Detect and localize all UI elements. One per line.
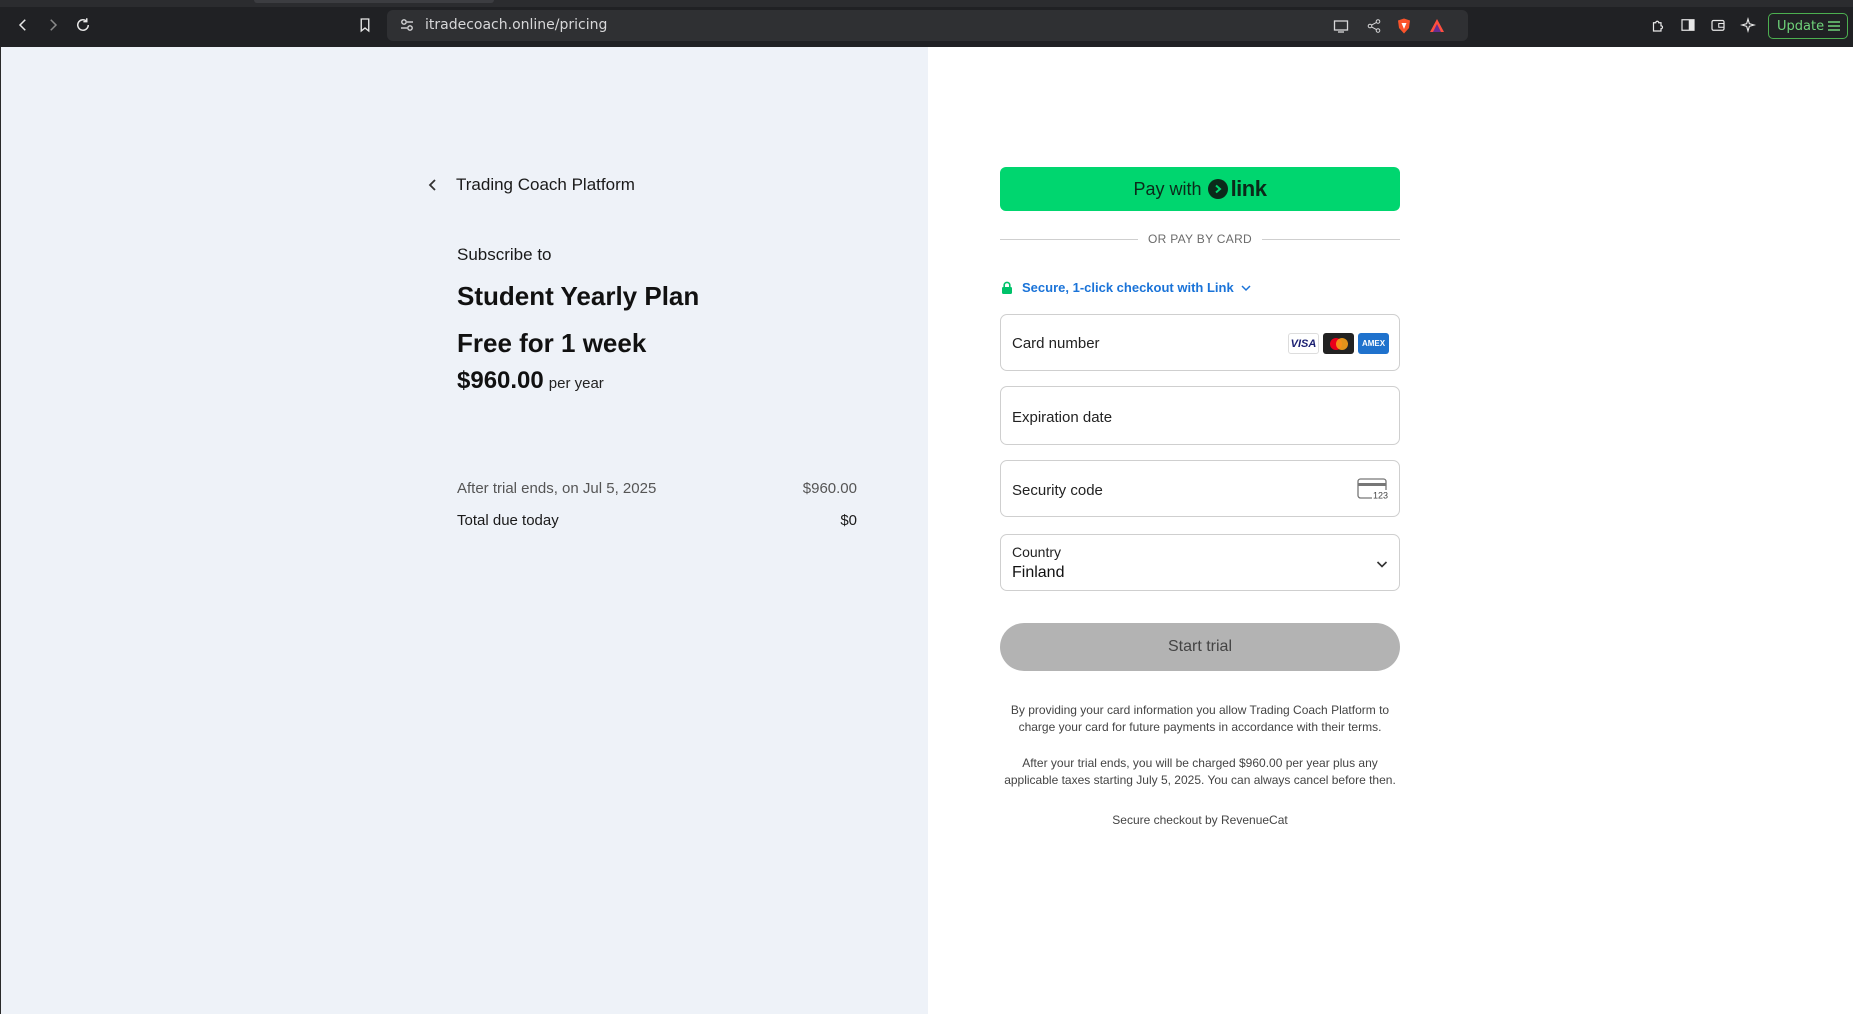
site-settings-icon[interactable] (399, 17, 415, 33)
browser-toolbar: itradecoach.online/pricing Update (0, 0, 1853, 47)
payment-pane: Pay with link OR PAY BY CARD Secure, 1-c… (928, 47, 1853, 1014)
divider-text: OR PAY BY CARD (1148, 232, 1253, 246)
price-amount: $960.00 (457, 367, 544, 394)
back-to-merchant-link[interactable]: Trading Coach Platform (426, 175, 635, 195)
or-divider: OR PAY BY CARD (1000, 231, 1401, 247)
secure-link-toggle[interactable]: Secure, 1-click checkout with Link (1000, 280, 1252, 295)
sidebar-icon[interactable] (1675, 12, 1701, 38)
card-number-field[interactable]: Card number VISA AMEX (1000, 314, 1400, 371)
total-due-amount: $0 (840, 512, 857, 529)
wallet-icon[interactable] (1705, 12, 1731, 38)
chevron-left-icon[interactable] (426, 178, 440, 192)
powered-by-text: Secure checkout by RevenueCat (1112, 813, 1288, 827)
brave-shields-icon[interactable] (1394, 16, 1414, 36)
update-button[interactable]: Update (1768, 13, 1848, 39)
after-trial-label: After trial ends, on Jul 5, 2025 (457, 480, 657, 497)
cvc-hint: 123 (1373, 491, 1388, 501)
merchant-name[interactable]: Trading Coach Platform (456, 175, 635, 195)
cvc-card-icon: 123 (1357, 478, 1389, 501)
leo-ai-icon[interactable] (1735, 12, 1761, 38)
chevron-down-icon[interactable] (1240, 282, 1252, 294)
link-arrow-icon (1207, 179, 1228, 199)
hamburger-menu-icon[interactable] (1827, 19, 1841, 33)
expiration-date-label: Expiration date (1012, 409, 1113, 426)
trial-label: Free for 1 week (457, 328, 647, 358)
total-due-row: Total due today $0 (457, 512, 857, 529)
cast-icon[interactable] (1331, 16, 1351, 36)
card-authorization-disclaimer: By providing your card information you a… (1010, 703, 1390, 734)
visa-icon: VISA (1288, 333, 1319, 354)
country-select[interactable]: Country Finland (1000, 534, 1400, 591)
price-row: $960.00 per year (457, 367, 604, 395)
chevron-down-icon[interactable] (1375, 557, 1389, 571)
forward-icon[interactable] (40, 12, 66, 38)
card-number-label: Card number (1012, 335, 1100, 352)
after-trial-row: After trial ends, on Jul 5, 2025 $960.00 (457, 480, 857, 497)
link-wordmark: link (1230, 176, 1267, 201)
checkout-page: Trading Coach Platform Subscribe to Stud… (0, 47, 1853, 1014)
country-label: Country (1012, 544, 1062, 560)
pay-with-link-button[interactable]: Pay with link (1000, 167, 1400, 211)
reload-icon[interactable] (70, 12, 96, 38)
plan-name: Student Yearly Plan (457, 281, 700, 311)
secure-link-text[interactable]: Secure, 1-click checkout with Link (1022, 280, 1234, 295)
bookmark-icon[interactable] (352, 12, 378, 38)
start-trial-button[interactable]: Start trial (1000, 623, 1400, 671)
active-tab[interactable] (254, 0, 494, 3)
back-icon[interactable] (10, 12, 36, 38)
tab-strip (0, 0, 1853, 7)
price-period: per year (548, 375, 604, 392)
order-summary-pane: Trading Coach Platform Subscribe to Stud… (0, 47, 928, 1014)
link-logo: link (1207, 176, 1267, 202)
amex-icon: AMEX (1358, 333, 1389, 354)
pay-with-label: Pay with (1133, 178, 1202, 199)
total-due-label: Total due today (457, 512, 559, 529)
update-label: Update (1777, 18, 1825, 34)
address-bar[interactable]: itradecoach.online/pricing (387, 10, 1468, 41)
trial-charge-notice: After your trial ends, you will be charg… (1004, 756, 1396, 787)
card-brand-logos: VISA AMEX (1288, 333, 1389, 354)
country-value[interactable]: Finland (1012, 564, 1064, 582)
security-code-field[interactable]: Security code 123 (1000, 460, 1400, 517)
after-trial-amount: $960.00 (802, 480, 857, 497)
lock-icon (1002, 281, 1012, 294)
security-code-label: Security code (1012, 482, 1103, 499)
brave-rewards-icon[interactable] (1427, 16, 1447, 36)
share-icon[interactable] (1364, 16, 1384, 36)
url-text[interactable]: itradecoach.online/pricing (425, 17, 607, 33)
subscribe-to-label: Subscribe to (457, 245, 552, 264)
extensions-icon[interactable] (1645, 12, 1671, 38)
mastercard-icon (1323, 333, 1354, 354)
expiration-date-field[interactable]: Expiration date (1000, 386, 1400, 445)
